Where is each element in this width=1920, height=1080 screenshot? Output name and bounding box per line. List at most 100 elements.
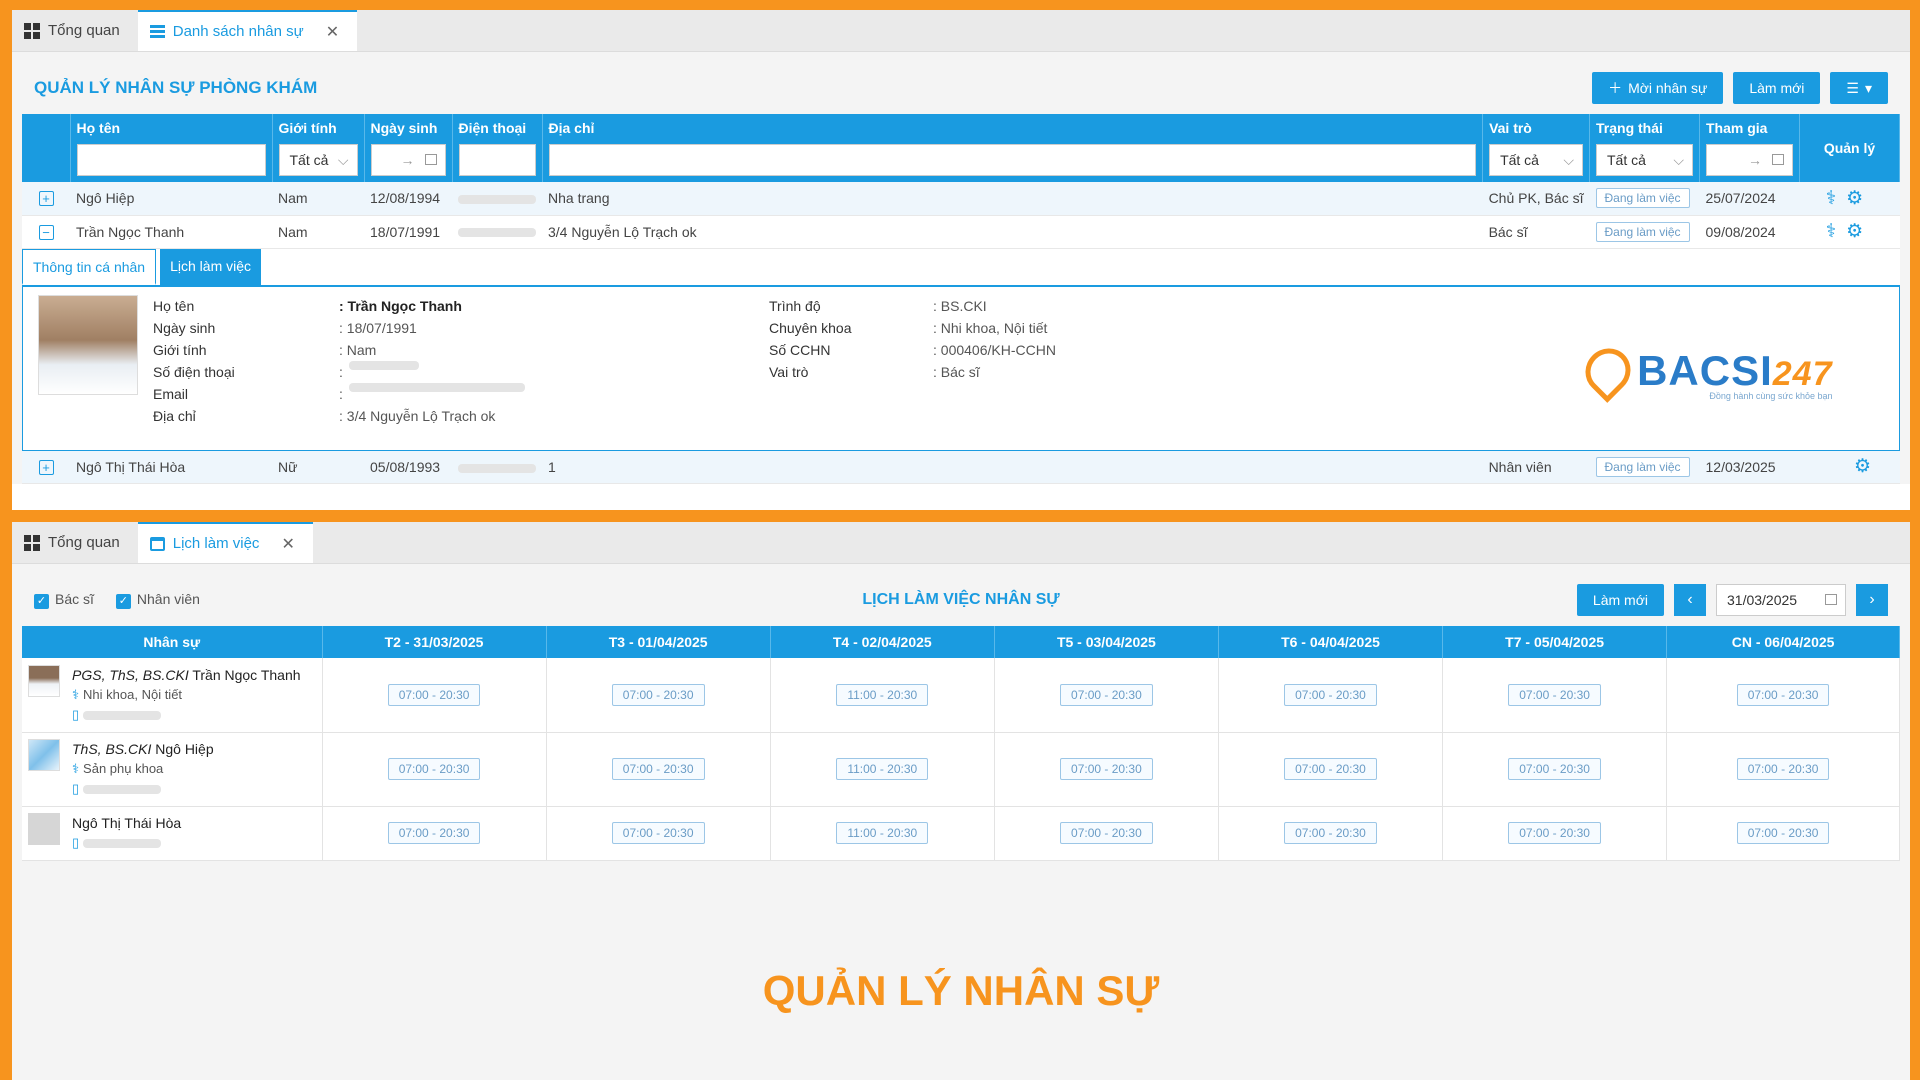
- shift-slot[interactable]: 11:00 - 20:30: [836, 822, 929, 844]
- next-week-button[interactable]: ›: [1856, 584, 1888, 616]
- shift-slot[interactable]: 07:00 - 20:30: [1284, 822, 1377, 844]
- gear-icon[interactable]: ⚙: [1846, 187, 1863, 210]
- shift-slot[interactable]: 07:00 - 20:30: [1060, 822, 1153, 844]
- staff-titlebar: QUẢN LÝ NHÂN SỰ PHÒNG KHÁM ＋ Mời nhân sự …: [22, 62, 1900, 114]
- refresh-button[interactable]: Làm mới: [1576, 584, 1664, 616]
- redacted-phone: [458, 228, 536, 238]
- plus-icon: ＋: [1608, 80, 1623, 96]
- calendar-icon: [424, 154, 437, 165]
- gear-icon[interactable]: ⚙: [1846, 220, 1863, 243]
- detail-panel: Họ tên: Trần Ngọc Thanh Ngày sinh: 18/07…: [22, 286, 1900, 451]
- shift-slot[interactable]: 07:00 - 20:30: [1736, 822, 1830, 844]
- column-menu-button[interactable]: ☰ ▾: [1830, 72, 1888, 104]
- detail-tabs: Thông tin cá nhân Lịch làm việc: [22, 248, 1900, 287]
- address-filter-input[interactable]: [548, 144, 1477, 176]
- col-staff: Nhân sự: [22, 626, 323, 658]
- shift-slot[interactable]: 07:00 - 20:30: [1736, 683, 1830, 706]
- table-row[interactable]: + Ngô Thị Thái Hòa Nữ 05/08/1993 1 Nhân …: [22, 450, 1900, 484]
- avatar: [28, 813, 60, 845]
- close-icon[interactable]: ✕: [281, 534, 294, 554]
- shift-slot[interactable]: 07:00 - 20:30: [1284, 683, 1377, 706]
- table-row[interactable]: − Trần Ngọc Thanh Nam 18/07/1991 3/4 Ngu…: [22, 215, 1900, 249]
- col-address: Địa chỉ: [542, 114, 1484, 182]
- calendar-icon: [1825, 594, 1837, 605]
- shift-slot[interactable]: 07:00 - 20:30: [1060, 758, 1153, 780]
- staff-list-window: Tổng quan Danh sách nhân sự ✕ QUẢN LÝ NH…: [12, 10, 1910, 510]
- col-gender: Giới tính Tất cả ⌵: [272, 114, 365, 182]
- stethoscope-icon: ⚕: [72, 761, 80, 776]
- staff-list-content: QUẢN LÝ NHÂN SỰ PHÒNG KHÁM ＋ Mời nhân sự …: [12, 52, 1910, 484]
- shift-slot[interactable]: 11:00 - 20:30: [836, 758, 929, 780]
- table-row[interactable]: + Ngô Hiệp Nam 12/08/1994 Nha trang Chủ …: [22, 182, 1900, 216]
- date-picker[interactable]: 31/03/2025: [1716, 584, 1846, 616]
- staff-table: Họ tên Giới tính Tất cả ⌵ Ngày sinh → Điện …: [22, 114, 1900, 484]
- calendar-icon: [149, 536, 165, 551]
- shift-slot[interactable]: 11:00 - 20:30: [836, 683, 929, 706]
- tab-work-schedule[interactable]: Lịch làm việc: [160, 248, 262, 285]
- expand-icon[interactable]: +: [38, 459, 54, 475]
- table-row: PGS, ThS, BS.CKI Trần Ngọc Thanh ⚕ Nhi kh…: [22, 658, 1900, 733]
- status-badge: Đang làm việc: [1595, 188, 1690, 209]
- shift-slot[interactable]: 07:00 - 20:30: [1060, 683, 1153, 706]
- staff-checkbox[interactable]: ✓ Nhân viên: [115, 591, 200, 609]
- shift-slot[interactable]: 07:00 - 20:30: [611, 822, 705, 844]
- status-badge: Đang làm việc: [1595, 456, 1690, 477]
- shift-slot[interactable]: 07:00 - 20:30: [1508, 683, 1601, 706]
- tab-personal-info[interactable]: Thông tin cá nhân: [22, 248, 157, 285]
- shift-slot[interactable]: 07:00 - 20:30: [611, 758, 705, 780]
- joined-filter-range[interactable]: →: [1706, 144, 1793, 176]
- gender-filter-select[interactable]: Tất cả ⌵: [278, 144, 358, 176]
- redacted-phone: [348, 360, 419, 370]
- shift-slot[interactable]: 07:00 - 20:30: [1508, 758, 1601, 780]
- shift-slot[interactable]: 07:00 - 20:30: [387, 822, 481, 844]
- phone-filter-input[interactable]: [458, 144, 536, 176]
- stethoscope-icon[interactable]: ⚕: [1826, 187, 1836, 210]
- redacted-phone: [83, 839, 162, 849]
- name-filter-input[interactable]: [76, 144, 266, 176]
- status-badge: Đang làm việc: [1595, 221, 1690, 242]
- col-role: Vai trò Tất cả ⌵: [1482, 114, 1590, 182]
- chevron-down-icon: ⌵: [1673, 152, 1684, 168]
- col-day: T6 - 04/04/2025: [1218, 626, 1444, 658]
- tab-overview[interactable]: Tổng quan: [12, 522, 138, 563]
- shift-slot[interactable]: 07:00 - 20:30: [611, 683, 705, 706]
- prev-week-button[interactable]: ‹: [1674, 584, 1706, 616]
- expand-icon[interactable]: +: [38, 191, 54, 207]
- redacted-email: [348, 382, 525, 392]
- col-day: T4 - 02/04/2025: [770, 626, 995, 658]
- shift-slot[interactable]: 07:00 - 20:30: [387, 758, 481, 780]
- shift-slot[interactable]: 07:00 - 20:30: [1508, 822, 1601, 844]
- stethoscope-icon: ⚕: [72, 686, 80, 702]
- schedule-toolbar: ✓ Bác sĩ ✓ Nhân viên LỊCH LÀM VIỆC NHÂN SỰ…: [22, 574, 1900, 626]
- tab-overview[interactable]: Tổng quan: [12, 10, 138, 51]
- doctor-checkbox[interactable]: ✓ Bác sĩ: [34, 591, 94, 609]
- staff-photo: [38, 294, 138, 395]
- phone-icon: ▯: [72, 835, 80, 850]
- invite-staff-button[interactable]: ＋ Mời nhân sự: [1592, 72, 1724, 104]
- heart-logo-icon: [1576, 338, 1640, 403]
- tab-staff-list[interactable]: Danh sách nhân sự ✕: [137, 10, 358, 51]
- col-name: Họ tên: [70, 114, 273, 182]
- gear-icon[interactable]: ⚙: [1854, 455, 1871, 478]
- personal-info-right: Trình độ: BS.CKI Chuyên khoa: Nhi khoa, …: [769, 297, 1056, 380]
- dob-filter-range[interactable]: →: [370, 144, 446, 176]
- tab-work-schedule[interactable]: Lịch làm việc ✕: [137, 522, 313, 563]
- table-row: ThS, BS.CKI Ngô Hiệp ⚕ Sản phụ khoa ▯ 07:…: [22, 732, 1900, 807]
- avatar: [28, 664, 60, 697]
- shift-slot[interactable]: 07:00 - 20:30: [1736, 758, 1830, 780]
- redacted-phone: [458, 463, 536, 473]
- role-filter-select[interactable]: Tất cả ⌵: [1489, 144, 1583, 176]
- collapse-icon[interactable]: −: [38, 224, 54, 240]
- col-joined: Tham gia →: [1699, 114, 1800, 182]
- status-filter-select[interactable]: Tất cả ⌵: [1596, 144, 1693, 176]
- col-day: CN - 06/04/2025: [1666, 626, 1900, 658]
- shift-slot[interactable]: 07:00 - 20:30: [387, 683, 481, 706]
- shift-slot[interactable]: 07:00 - 20:30: [1284, 758, 1377, 780]
- col-status: Trạng thái Tất cả ⌵: [1589, 114, 1700, 182]
- stethoscope-icon[interactable]: ⚕: [1826, 220, 1836, 243]
- feature-title: QUẢN LÝ NHÂN SỰ: [762, 967, 1160, 1014]
- refresh-button[interactable]: Làm mới: [1733, 72, 1821, 104]
- personal-info-left: Họ tên: Trần Ngọc Thanh Ngày sinh: 18/07…: [153, 295, 525, 427]
- close-icon[interactable]: ✕: [326, 22, 339, 42]
- detail-row: Thông tin cá nhân Lịch làm việc Họ tên: …: [22, 248, 1900, 451]
